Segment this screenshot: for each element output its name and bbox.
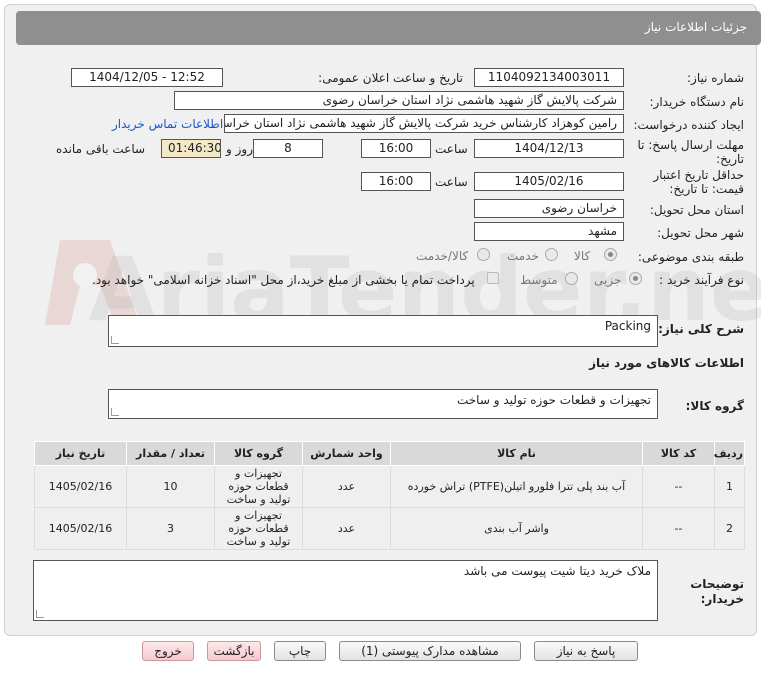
deadline-time-label: ساعت [435, 142, 468, 156]
process-radio-minor[interactable] [629, 272, 642, 285]
province-field: خراسان رضوی [474, 199, 624, 218]
announce-label: تاریخ و ساعت اعلان عمومی: [318, 71, 463, 85]
header-item-code: کد کالا [642, 441, 715, 466]
buyer-field: شرکت پالایش گاز شهید هاشمی نژاد استان خر… [174, 91, 624, 110]
cell-item-group: تجهیزات و قطعات حوزه تولید و ساخت [214, 507, 303, 550]
cell-need-date: 1405/02/16 [34, 507, 127, 550]
province-label: استان محل تحویل: [649, 203, 744, 217]
buyer-notes-field[interactable]: ملاک خرید دیتا شیت پیوست می باشد [33, 560, 658, 621]
city-field: مشهد [474, 222, 624, 241]
creator-field: رامین کوهزاد کارشناس خرید شرکت پالایش گا… [224, 114, 624, 133]
header-need-date: تاریخ نیاز [34, 441, 127, 466]
validity-time-label: ساعت [435, 175, 468, 189]
cell-item-name: آب بند پلی تترا فلورو اتیلن(PTFE) تراش خ… [390, 465, 643, 508]
resize-grip-icon[interactable] [111, 336, 119, 344]
cell-item-code: -- [642, 507, 715, 550]
cell-row-number: 1 [714, 465, 745, 508]
table-row[interactable]: 1 -- آب بند پلی تترا فلورو اتیلن(PTFE) ت… [34, 465, 745, 508]
header-bar: جزئیات اطلاعات نیاز [16, 11, 761, 45]
resize-grip-icon[interactable] [36, 610, 44, 618]
remaining-time-label: ساعت باقی مانده [56, 142, 146, 156]
page-title: جزئیات اطلاعات نیاز [644, 20, 747, 34]
summary-text: Packing [604, 319, 651, 333]
goods-group-text: تجهیزات و قطعات حوزه تولید و ساخت [456, 393, 651, 407]
summary-field[interactable]: Packing [108, 315, 658, 347]
category-option-goods: کالا [574, 249, 591, 263]
validity-label: حداقل تاریخ اعتبار [653, 168, 744, 182]
deadline-date-field: 1404/12/13 [474, 139, 624, 158]
need-number-field: 1104092134003011 [474, 68, 624, 87]
cell-row-number: 2 [714, 507, 745, 550]
cell-need-date: 1405/02/16 [34, 465, 127, 508]
category-option-goods-service: کالا/خدمت [416, 249, 469, 263]
back-button[interactable]: بازگشت [207, 641, 261, 661]
process-option-minor: جزیی [594, 273, 622, 287]
validity-date-field: 1405/02/16 [474, 172, 624, 191]
view-attachments-button[interactable]: مشاهده مدارک پیوستی (1) [339, 641, 521, 661]
creator-label: ایجاد کننده درخواست: [633, 118, 744, 132]
print-button[interactable]: چاپ [274, 641, 326, 661]
header-item-group: گروه کالا [214, 441, 303, 466]
header-item-name: نام کالا [390, 441, 643, 466]
buyer-notes-text: ملاک خرید دیتا شیت پیوست می باشد [463, 564, 651, 578]
cell-quantity: 10 [126, 465, 215, 508]
validity-time-field: 16:00 [361, 172, 431, 191]
goods-group-label: گروه کالا: [685, 399, 744, 413]
days-label: روز و [226, 142, 253, 156]
buyer-contact-link[interactable]: اطلاعات تماس خریدار [112, 117, 223, 131]
cell-item-code: -- [642, 465, 715, 508]
buyer-label: نام دستگاه خریدار: [649, 95, 745, 109]
goods-info-title: اطلاعات کالاهای مورد نیاز [589, 356, 744, 370]
process-label: نوع فرآیند خرید : [659, 273, 744, 287]
notes-label: توضیحات [690, 577, 744, 591]
table-row[interactable]: 2 -- واشر آب بندی عدد تجهیزات و قطعات حو… [34, 507, 745, 550]
announce-field: 1404/12/05 - 12:52 [71, 68, 223, 87]
items-table: ردیف کد کالا نام کالا واحد شمارش گروه کا… [34, 441, 745, 550]
exit-button[interactable]: خروج [142, 641, 194, 661]
treasury-payment-checkbox[interactable] [487, 272, 499, 284]
notes-label-buyer: خریدار: [700, 592, 744, 606]
category-option-service: خدمت [507, 249, 539, 263]
category-label: طبقه بندی موضوعی: [637, 250, 744, 264]
deadline-label-date: تاریخ: [716, 152, 744, 166]
category-radio-goods-service[interactable] [477, 248, 490, 261]
deadline-label: مهلت ارسال پاسخ: تا [637, 138, 744, 152]
process-radio-medium[interactable] [565, 272, 578, 285]
header-unit: واحد شمارش [302, 441, 391, 466]
resize-grip-icon[interactable] [111, 408, 119, 416]
remaining-time-field: 01:46:30 [161, 139, 221, 158]
reply-button[interactable]: پاسخ به نیاز [534, 641, 638, 661]
category-radio-service[interactable] [545, 248, 558, 261]
process-option-medium: متوسط [520, 273, 558, 287]
treasury-payment-note: پرداخت تمام یا بخشی از مبلغ خرید،از محل … [92, 273, 475, 287]
cell-unit: عدد [302, 465, 391, 508]
cell-unit: عدد [302, 507, 391, 550]
deadline-time-field: 16:00 [361, 139, 431, 158]
header-quantity: تعداد / مقدار [126, 441, 215, 466]
goods-group-field[interactable]: تجهیزات و قطعات حوزه تولید و ساخت [108, 389, 658, 419]
header-row-number: ردیف [714, 441, 745, 466]
summary-label: شرح کلی نیاز: [658, 322, 744, 336]
validity-label-date: قیمت: تا تاریخ: [669, 182, 744, 196]
days-remaining-field: 8 [253, 139, 323, 158]
table-header-row: ردیف کد کالا نام کالا واحد شمارش گروه کا… [34, 441, 745, 466]
cell-item-name: واشر آب بندی [390, 507, 643, 550]
cell-quantity: 3 [126, 507, 215, 550]
cell-item-group: تجهیزات و قطعات حوزه تولید و ساخت [214, 465, 303, 508]
city-label: شهر محل تحویل: [657, 226, 744, 240]
need-number-label: شماره نیاز: [687, 71, 744, 85]
category-radio-goods[interactable] [604, 248, 617, 261]
